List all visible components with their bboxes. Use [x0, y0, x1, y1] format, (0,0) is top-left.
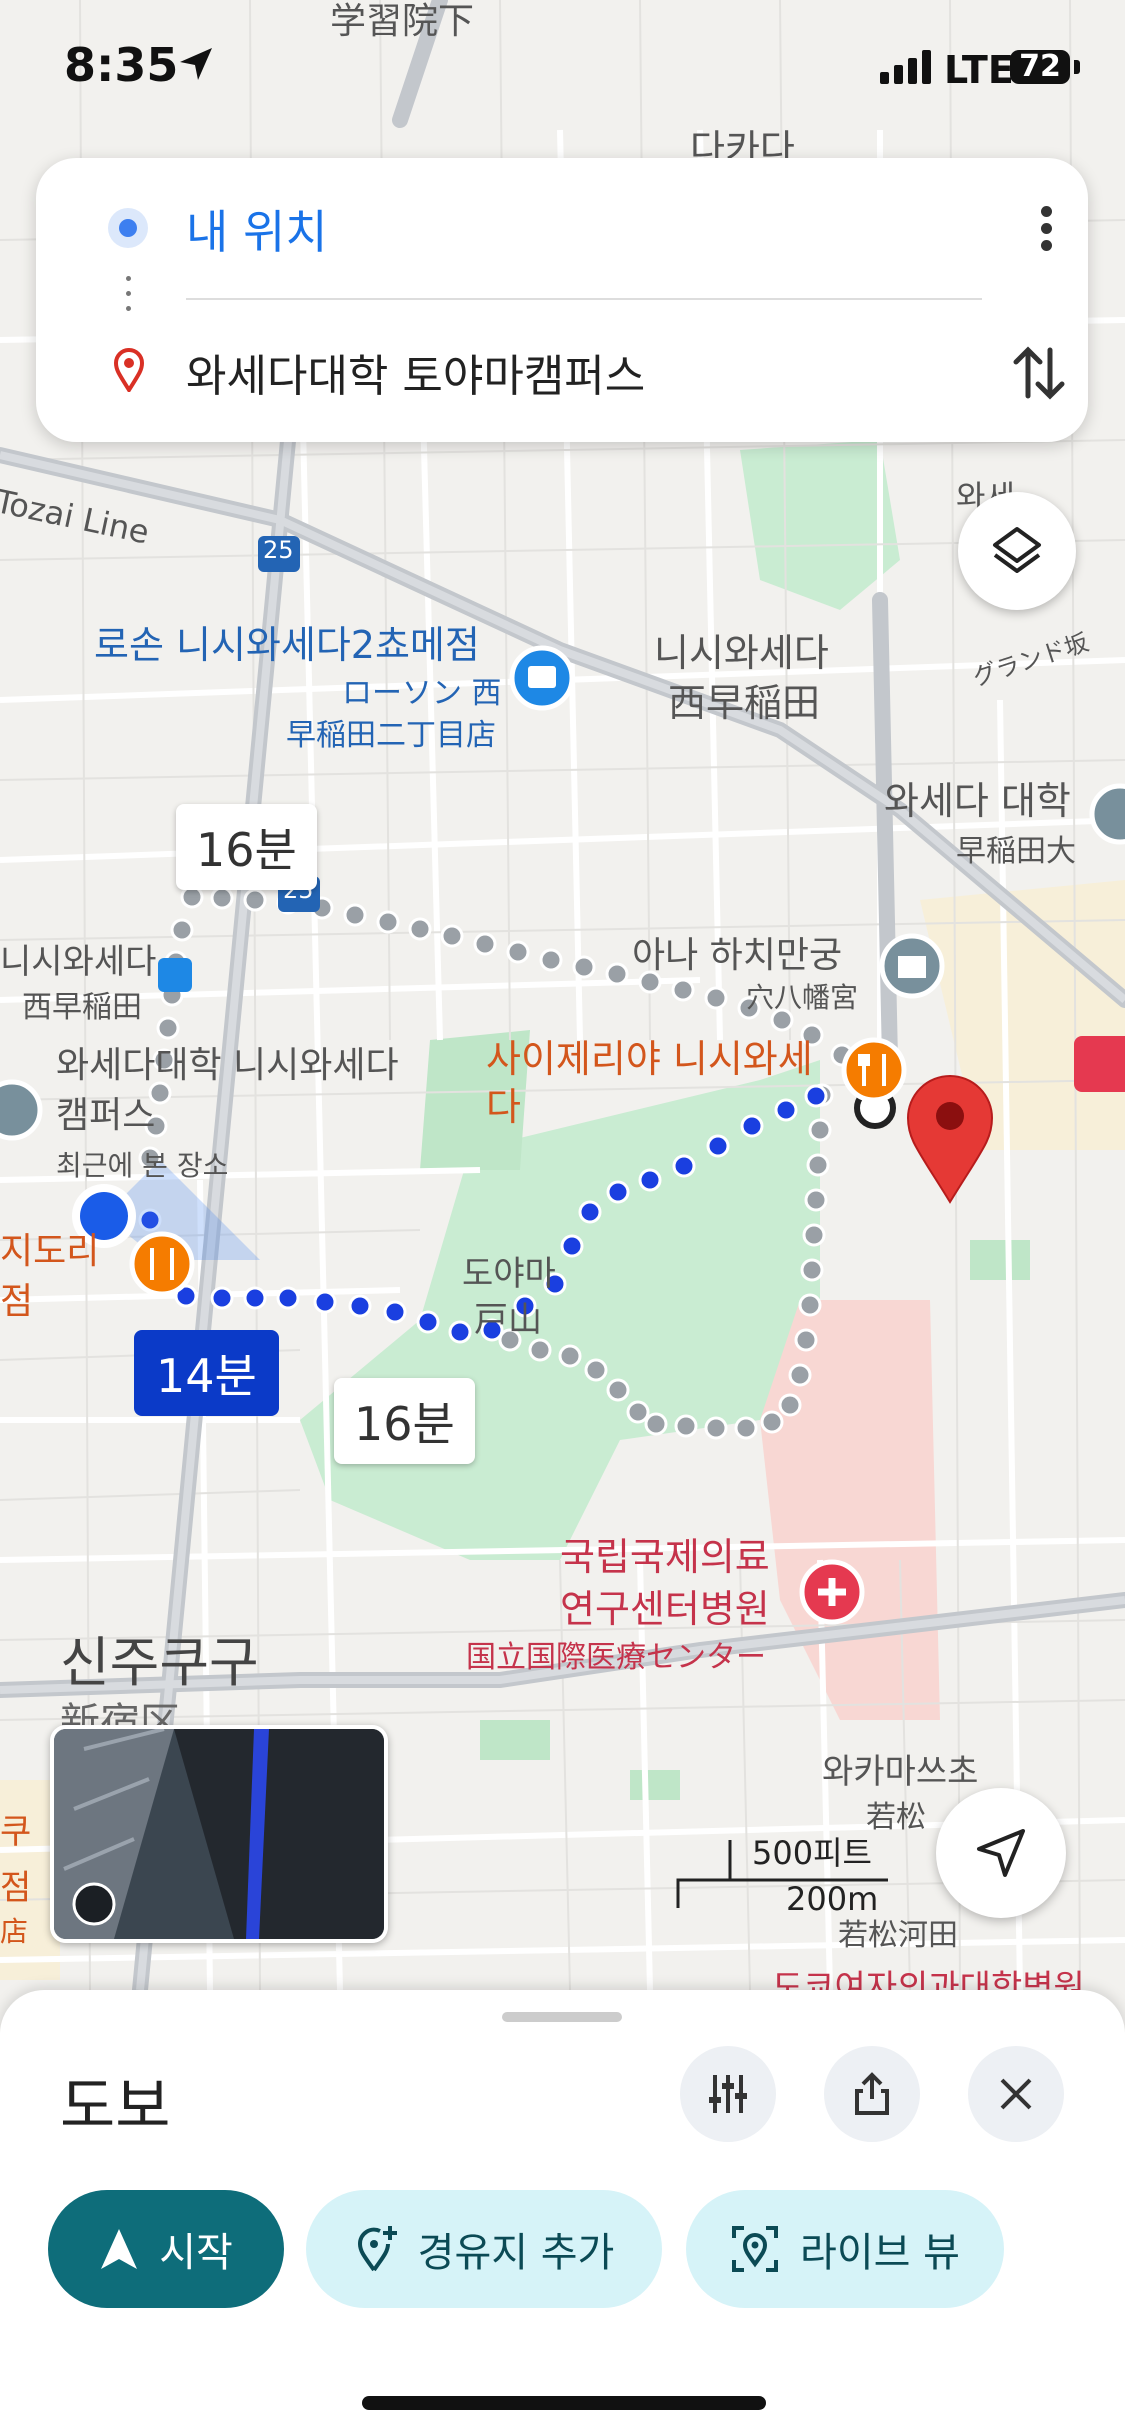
map-label-ana-kr: 아나 하치만궁 [632, 935, 843, 976]
map-label-wakamatsu-jp: 若松 [866, 1800, 926, 1835]
network-type: LTE [944, 48, 1014, 92]
map-label-jidori-1: 지도리 [0, 1231, 100, 1272]
layers-icon [993, 527, 1041, 573]
field-divider [186, 298, 982, 300]
map-label-waseda-kr: 와세다 대학 [884, 779, 1071, 823]
swap-icon[interactable] [1004, 338, 1074, 408]
map-label-station-kr: 니시와세다 [0, 942, 157, 982]
map-label-wakamatsu-kr: 와카마쓰초 [822, 1752, 979, 1792]
travel-mode-title: 도보 [60, 2072, 171, 2142]
add-location-icon [357, 2226, 397, 2272]
close-icon [1000, 2078, 1032, 2110]
route-label-selected[interactable]: 14분 [134, 1330, 279, 1416]
origin-field[interactable]: 내 위치 [186, 196, 328, 262]
layers-button[interactable] [958, 492, 1076, 610]
navigation-arrow-icon [977, 1829, 1025, 1877]
scale-meters: 200m [786, 1880, 879, 1918]
map-label-campus-2: 캠퍼스 [56, 1095, 156, 1136]
map-label-ana-jp: 穴八幡宮 [746, 981, 859, 1014]
street-view-thumbnail[interactable] [50, 1725, 388, 1943]
route-badge-25a: 25 [263, 536, 294, 564]
map-label-nishiwaseda-kr: 니시와세다 [654, 631, 829, 675]
map-label-left-2: 점 [0, 1868, 32, 1908]
map-label-lawson-jp2: 早稲田二丁目店 [286, 718, 496, 753]
start-button[interactable]: 시작 [48, 2190, 284, 2308]
add-stop-label: 경유지 추가 [417, 2230, 615, 2276]
route-label-alt-2[interactable]: 16분 [334, 1378, 475, 1464]
map-label-left-3: 店 [0, 1915, 29, 1948]
map-label-waseda-jp: 早稲田大 [956, 834, 1076, 869]
map-label-jidori-2: 점 [0, 1281, 34, 1322]
destination-field[interactable]: 와세다대학 토야마캠퍼스 [186, 340, 645, 404]
origin-dot-icon [108, 208, 148, 248]
share-button[interactable] [824, 2046, 920, 2142]
options-button[interactable] [680, 2046, 776, 2142]
live-view-label: 라이브 뷰 [800, 2230, 960, 2276]
map-label-hospital-1[interactable]: 국립국제의료 [560, 1526, 770, 1581]
map-label-saizeriya-1[interactable]: 사이제리야 니시와세 [486, 1028, 813, 1083]
home-indicator[interactable] [362, 2396, 766, 2410]
map-label-station-jp: 西早稲田 [22, 990, 142, 1025]
status-time: 8:35 [64, 38, 179, 92]
map-label-left-1: 쿠 [0, 1812, 32, 1852]
tune-icon [709, 2075, 747, 2113]
add-stop-button[interactable]: 경유지 추가 [306, 2190, 662, 2308]
map-label-toyama-jp: 戸山 [474, 1300, 542, 1340]
navigation-start-icon [101, 2229, 138, 2269]
map-label-lawson-jp1: ローソン 西 [342, 676, 502, 711]
battery-tip [1074, 60, 1080, 74]
route-dots-icon [126, 276, 131, 321]
map-label-shinjuku-kr: 신주쿠구 [60, 1631, 259, 1694]
start-label: 시작 [159, 2230, 233, 2276]
map-label-hospital-jp: 国立国際医療センター [466, 1640, 766, 1675]
map-label-recent: 최근에 본 장소 [56, 1149, 229, 1182]
cellular-signal-icon [880, 50, 931, 84]
share-icon [855, 2072, 889, 2115]
live-view-icon [732, 2226, 779, 2272]
map-label-campus-1: 와세다대학 니시와세다 [56, 1045, 399, 1086]
map-label-hospital-2: 연구센터병원 [560, 1587, 770, 1631]
live-view-button[interactable]: 라이브 뷰 [686, 2190, 1004, 2308]
directions-card: 내 위치 와세다대학 토야마캠퍼스 [36, 158, 1088, 442]
more-options-button[interactable] [1016, 200, 1076, 270]
status-bar: 8:35 LTE 72 [0, 0, 1125, 130]
sheet-drag-handle[interactable] [502, 2012, 622, 2022]
recenter-button[interactable] [936, 1788, 1066, 1918]
map-label-lawson-kr[interactable]: 로손 니시와세다2쵸메점 [94, 614, 480, 669]
street-view-image [54, 1729, 384, 1939]
map-label-toyama-kr: 도야마 [462, 1254, 556, 1294]
location-services-icon [180, 48, 212, 80]
route-label-alt-1[interactable]: 16분 [176, 804, 317, 890]
map-label-nishiwaseda-jp: 西早稲田 [668, 681, 821, 725]
destination-pin-icon [114, 348, 144, 392]
map-label-saizeriya-2: 다 [486, 1085, 521, 1129]
close-button[interactable] [968, 2046, 1064, 2142]
battery-icon: 72 [1010, 50, 1070, 84]
scale-feet: 500피트 [752, 1834, 872, 1872]
directions-bottom-sheet: 도보 시작 경유지 추가 라이브 뷰 [0, 1990, 1125, 2436]
